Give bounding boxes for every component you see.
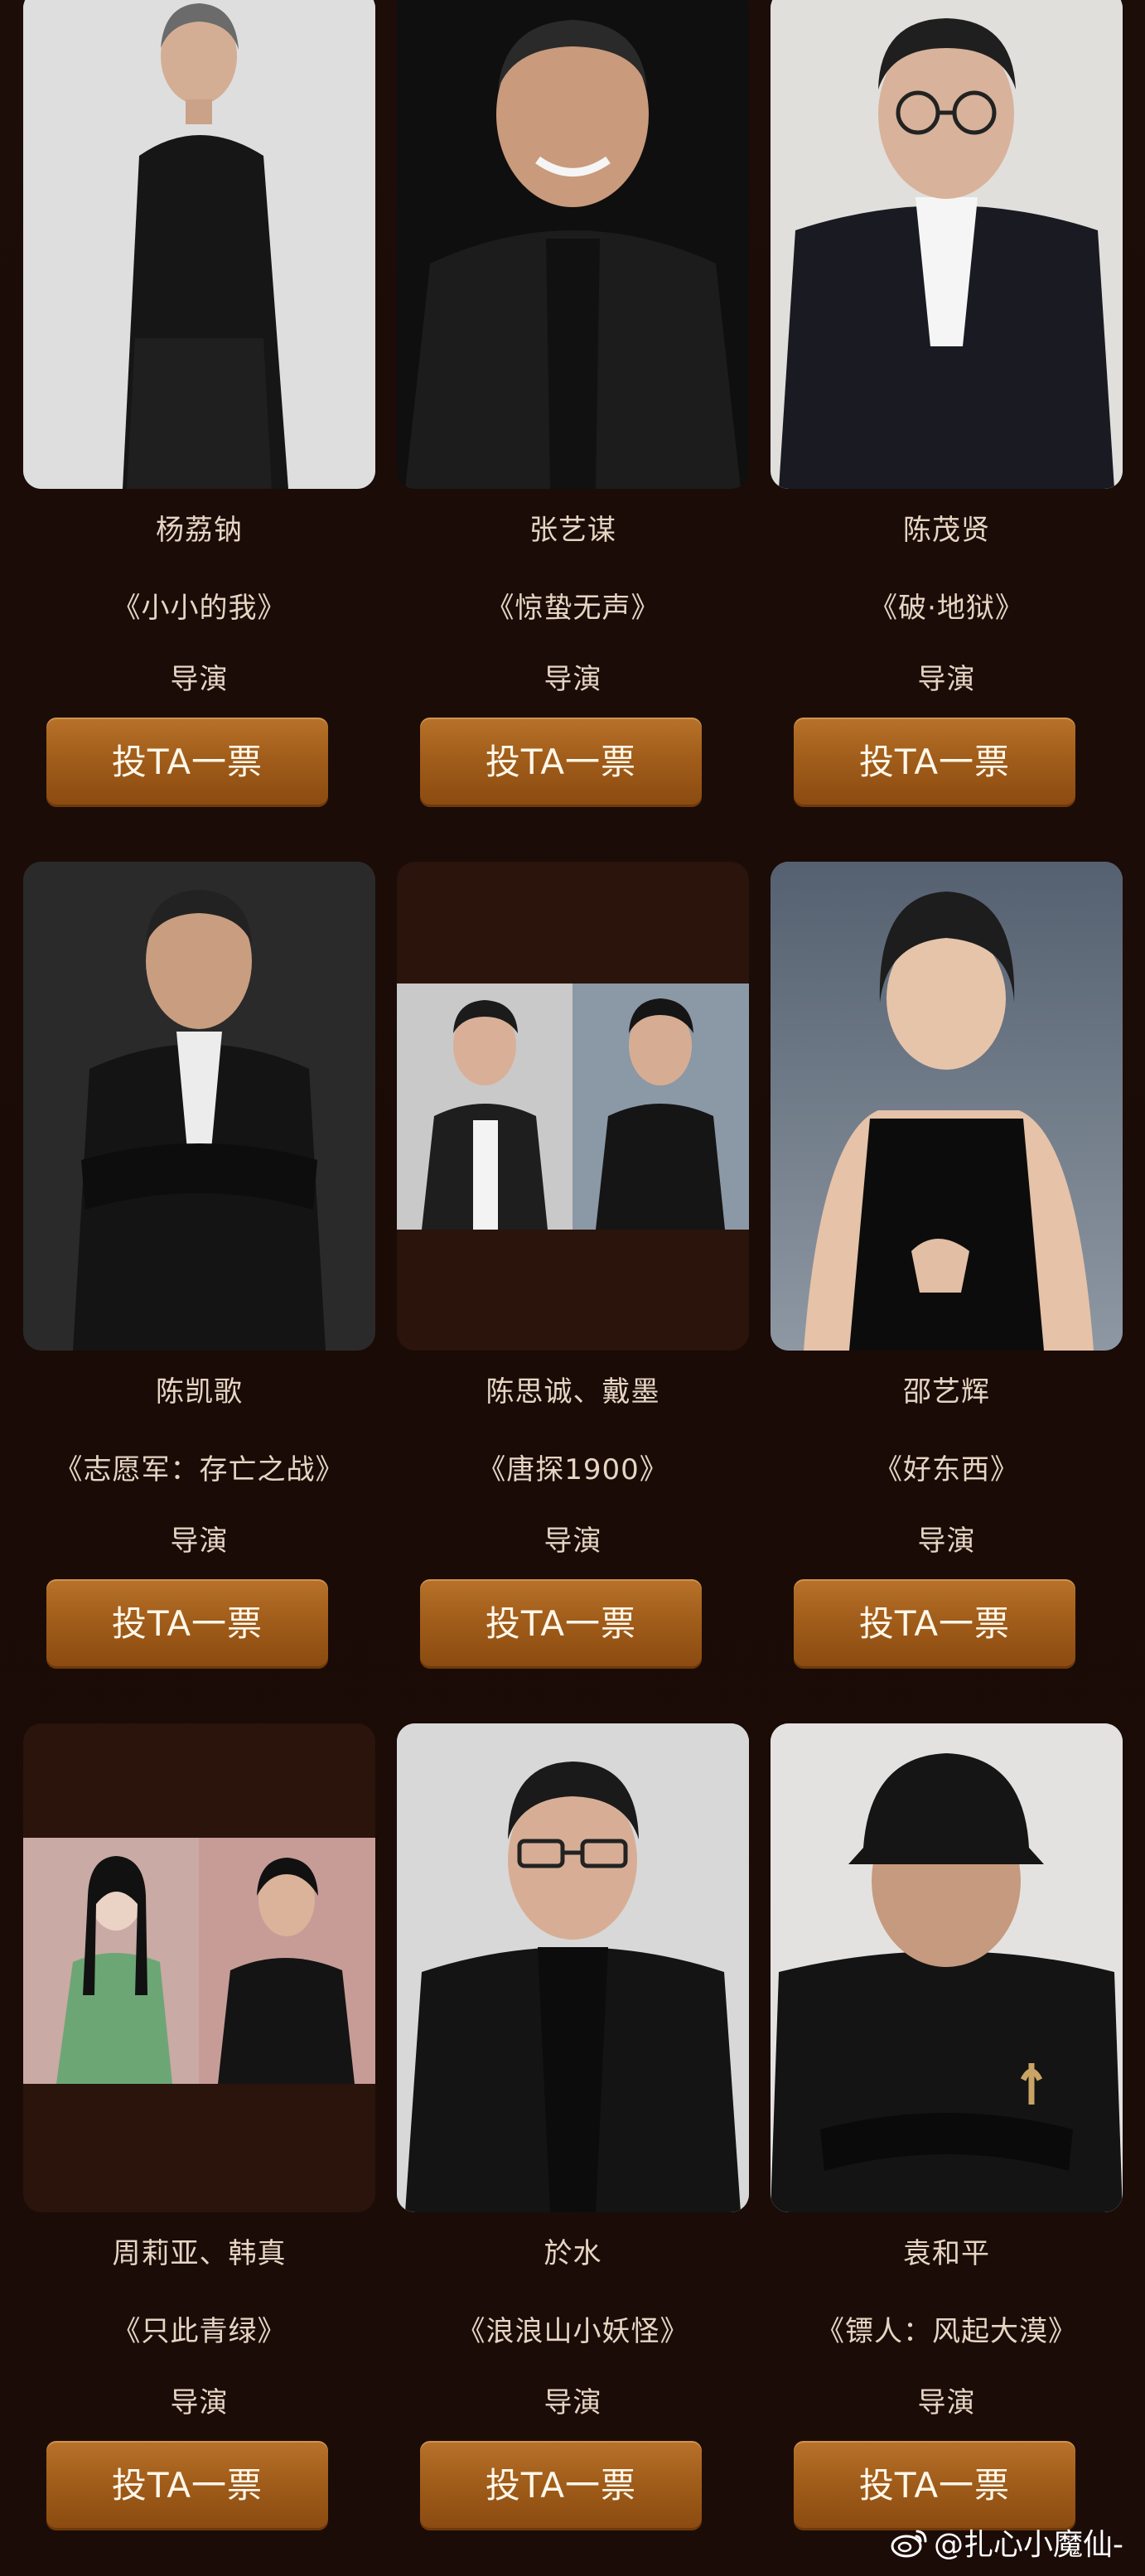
vote-button[interactable]: 投TA一票 xyxy=(420,2441,702,2530)
director-photo[interactable] xyxy=(771,1723,1123,2212)
portrait-image xyxy=(771,862,1123,1351)
vote-button[interactable]: 投TA一票 xyxy=(794,1579,1075,1669)
director-name: 袁和平 xyxy=(903,2237,990,2270)
director-name: 邵艺辉 xyxy=(903,1375,990,1409)
role-label: 导演 xyxy=(917,2386,976,2419)
director-name: 陈思诚、戴墨 xyxy=(486,1375,660,1409)
portrait-image xyxy=(397,1723,749,2212)
director-photo[interactable] xyxy=(771,862,1123,1351)
director-name: 张艺谋 xyxy=(529,514,616,547)
vote-button[interactable]: 投TA一票 xyxy=(46,1579,328,1669)
role-label: 导演 xyxy=(544,1525,602,1558)
vote-button[interactable]: 投TA一票 xyxy=(46,2441,328,2530)
director-name: 杨荔钠 xyxy=(156,514,243,547)
weibo-watermark: @扎心小魔仙- xyxy=(891,2521,1123,2563)
director-photo[interactable] xyxy=(23,0,375,489)
watermark-text: @扎心小魔仙- xyxy=(934,2528,1123,2562)
role-label: 导演 xyxy=(170,1525,229,1558)
vote-button[interactable]: 投TA一票 xyxy=(420,718,702,807)
director-name: 周莉亚、韩真 xyxy=(112,2237,287,2270)
portrait-image xyxy=(771,1723,1123,2212)
portrait-image xyxy=(771,0,1123,489)
portrait-image xyxy=(23,0,375,489)
film-title: 《镖人：风起大漠》 xyxy=(816,2315,1077,2348)
portrait-image xyxy=(397,0,749,489)
director-photo[interactable] xyxy=(23,862,375,1351)
role-label: 导演 xyxy=(170,2386,229,2419)
director-photo[interactable] xyxy=(771,0,1123,489)
weibo-icon xyxy=(891,2526,929,2558)
film-title: 《志愿军：存亡之战》 xyxy=(54,1453,345,1486)
film-title: 《惊蛰无声》 xyxy=(486,592,660,625)
director-photo[interactable] xyxy=(23,1723,375,2212)
film-title: 《小小的我》 xyxy=(112,592,287,625)
portrait-image xyxy=(23,862,375,1351)
director-name: 陈凯歌 xyxy=(156,1375,243,1409)
director-name: 陈茂贤 xyxy=(903,514,990,547)
portrait-image xyxy=(23,1838,375,2084)
director-photo[interactable] xyxy=(397,0,749,489)
role-label: 导演 xyxy=(544,663,602,696)
film-title: 《唐探1900》 xyxy=(477,1453,669,1486)
role-label: 导演 xyxy=(917,663,976,696)
film-title: 《好东西》 xyxy=(874,1453,1019,1486)
film-title: 《破·地狱》 xyxy=(869,592,1024,625)
vote-button[interactable]: 投TA一票 xyxy=(794,718,1075,807)
director-name: 於水 xyxy=(544,2237,602,2270)
role-label: 导演 xyxy=(544,2386,602,2419)
role-label: 导演 xyxy=(170,663,229,696)
film-title: 《只此青绿》 xyxy=(112,2315,287,2348)
page: 杨荔钠 《小小的我》 导演 投TA一票 张艺谋 《惊蛰无声》 导演 投TA一票 xyxy=(0,0,1145,2576)
portrait-image xyxy=(397,984,749,1230)
vote-button[interactable]: 投TA一票 xyxy=(420,1579,702,1669)
film-title: 《浪浪山小妖怪》 xyxy=(457,2315,689,2348)
director-photo[interactable] xyxy=(397,1723,749,2212)
role-label: 导演 xyxy=(917,1525,976,1558)
vote-button[interactable]: 投TA一票 xyxy=(794,2441,1075,2530)
director-photo[interactable] xyxy=(397,862,749,1351)
vote-button[interactable]: 投TA一票 xyxy=(46,718,328,807)
